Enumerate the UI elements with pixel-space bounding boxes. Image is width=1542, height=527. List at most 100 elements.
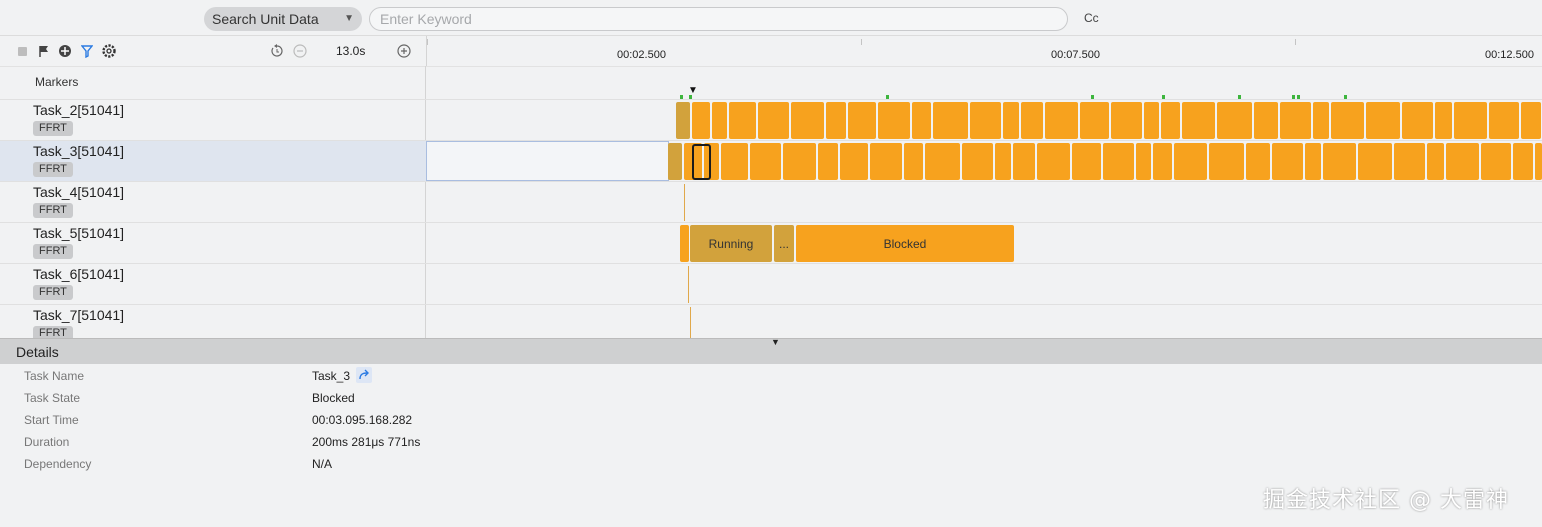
task-slice[interactable] [1366,102,1400,139]
task-slice[interactable] [1174,143,1207,180]
task-slice[interactable] [1209,143,1244,180]
task-slice[interactable] [1427,143,1444,180]
task-slice[interactable] [1037,143,1070,180]
task-slice[interactable] [826,102,846,139]
settings-icon[interactable] [101,43,117,59]
task-row[interactable]: Task_4[51041] FFRT [0,181,1542,222]
task-slice[interactable] [878,102,910,139]
task-row-selected[interactable]: Task_3[51041] FFRT [0,140,1542,181]
task-slice[interactable] [750,143,781,180]
markers-label: Markers [35,75,79,89]
task-slice[interactable] [1280,102,1311,139]
task-slice[interactable] [995,143,1011,180]
task-slice[interactable] [1313,102,1329,139]
jump-to-task-icon[interactable] [356,367,372,383]
task-slice[interactable] [904,143,923,180]
task-slice[interactable] [684,184,685,221]
task-slice[interactable] [1435,102,1452,139]
task-slice[interactable] [1272,143,1303,180]
task-slice[interactable] [1182,102,1215,139]
crosshair-icon[interactable] [57,43,73,59]
task-slice[interactable] [783,143,816,180]
task-slice[interactable] [962,143,993,180]
task-slice[interactable] [1080,102,1109,139]
filter-icon[interactable] [79,43,95,59]
task-slice[interactable] [1021,102,1043,139]
details-header[interactable]: Details ▼ [0,337,1542,364]
task-slice[interactable] [680,225,689,262]
task-slice[interactable] [1161,102,1180,139]
task-slice[interactable] [1521,102,1541,139]
task-slice[interactable] [692,102,710,139]
task-row[interactable]: Task_6[51041] FFRT [0,263,1542,304]
task-slice[interactable]: ... [774,225,794,262]
task-slice[interactable] [840,143,868,180]
zoom-level: 13.0s [336,44,366,58]
task-row[interactable]: Task_7[51041] FFRT [0,304,1542,338]
task-slice[interactable] [1535,143,1542,180]
task-row[interactable]: Task_5[51041] FFRT Running ... Blocked [0,222,1542,263]
task-slice[interactable] [712,102,727,139]
collapse-handle-icon[interactable]: ▼ [771,337,780,347]
reset-zoom-icon[interactable] [269,43,285,59]
task-slice[interactable] [848,102,876,139]
zoom-in-icon[interactable] [396,43,412,59]
task-slice[interactable] [1144,102,1159,139]
running-slice[interactable]: Running [690,225,772,262]
task-slice[interactable] [970,102,1001,139]
task-slice[interactable] [1254,102,1278,139]
detail-key: Task State [24,391,81,405]
task-slice[interactable] [1246,143,1270,180]
stop-icon[interactable] [14,43,30,59]
task-slice[interactable] [791,102,824,139]
selected-slice-outline[interactable] [692,144,711,180]
task-slice[interactable] [1111,102,1142,139]
task-slice[interactable] [1003,102,1019,139]
task-slice[interactable] [1103,143,1134,180]
match-case-button[interactable]: Cc [1084,11,1099,25]
task-slice[interactable] [1331,102,1364,139]
task-slice[interactable] [912,102,931,139]
blocked-slice[interactable]: Blocked [796,225,1014,262]
detail-row: Start Time 00:03.095.168.282 [0,410,1542,432]
task-slice[interactable] [676,102,690,139]
task-slice[interactable] [1394,143,1425,180]
task-slice[interactable] [1136,143,1151,180]
task-slice[interactable] [1513,143,1533,180]
task-slice[interactable] [1481,143,1511,180]
task-slice[interactable] [818,143,838,180]
task-slice[interactable] [758,102,789,139]
slice-label: ... [778,236,789,251]
task-slice[interactable] [688,266,689,303]
task-slice[interactable] [1072,143,1101,180]
task-slice[interactable] [1358,143,1392,180]
task-slice[interactable] [1045,102,1078,139]
task-type-badge: FFRT [33,121,73,136]
task-slice[interactable] [1323,143,1356,180]
selection-range [426,141,669,181]
time-ruler[interactable]: 00:02.500 00:07.500 00:12.500 [426,36,1542,66]
task-row[interactable]: Task_2[51041] FFRT [0,99,1542,140]
task-slice[interactable] [1153,143,1172,180]
task-slice[interactable] [729,102,756,139]
task-slice[interactable] [690,307,691,338]
task-slice[interactable] [668,143,682,180]
task-slice[interactable] [870,143,902,180]
task-slice[interactable] [1305,143,1321,180]
keyword-input[interactable] [369,7,1068,31]
task-slice[interactable] [1446,143,1479,180]
detail-value: 00:03.095.168.282 [312,413,413,427]
task-slice[interactable] [933,102,968,139]
flag-icon[interactable] [36,43,52,59]
detail-row: Duration 200ms 281μs 771ns [0,432,1542,454]
zoom-out-icon[interactable] [292,43,308,59]
task-slice[interactable] [1013,143,1035,180]
task-slice[interactable] [1402,102,1433,139]
watermark: 掘金技术社区 @ 大雷神 [1263,488,1509,513]
task-slice[interactable] [1454,102,1487,139]
task-slice[interactable] [925,143,960,180]
search-scope-select[interactable]: Search Unit Data ▼ [204,7,362,31]
task-slice[interactable] [1489,102,1519,139]
task-slice[interactable] [1217,102,1252,139]
task-slice[interactable] [721,143,748,180]
